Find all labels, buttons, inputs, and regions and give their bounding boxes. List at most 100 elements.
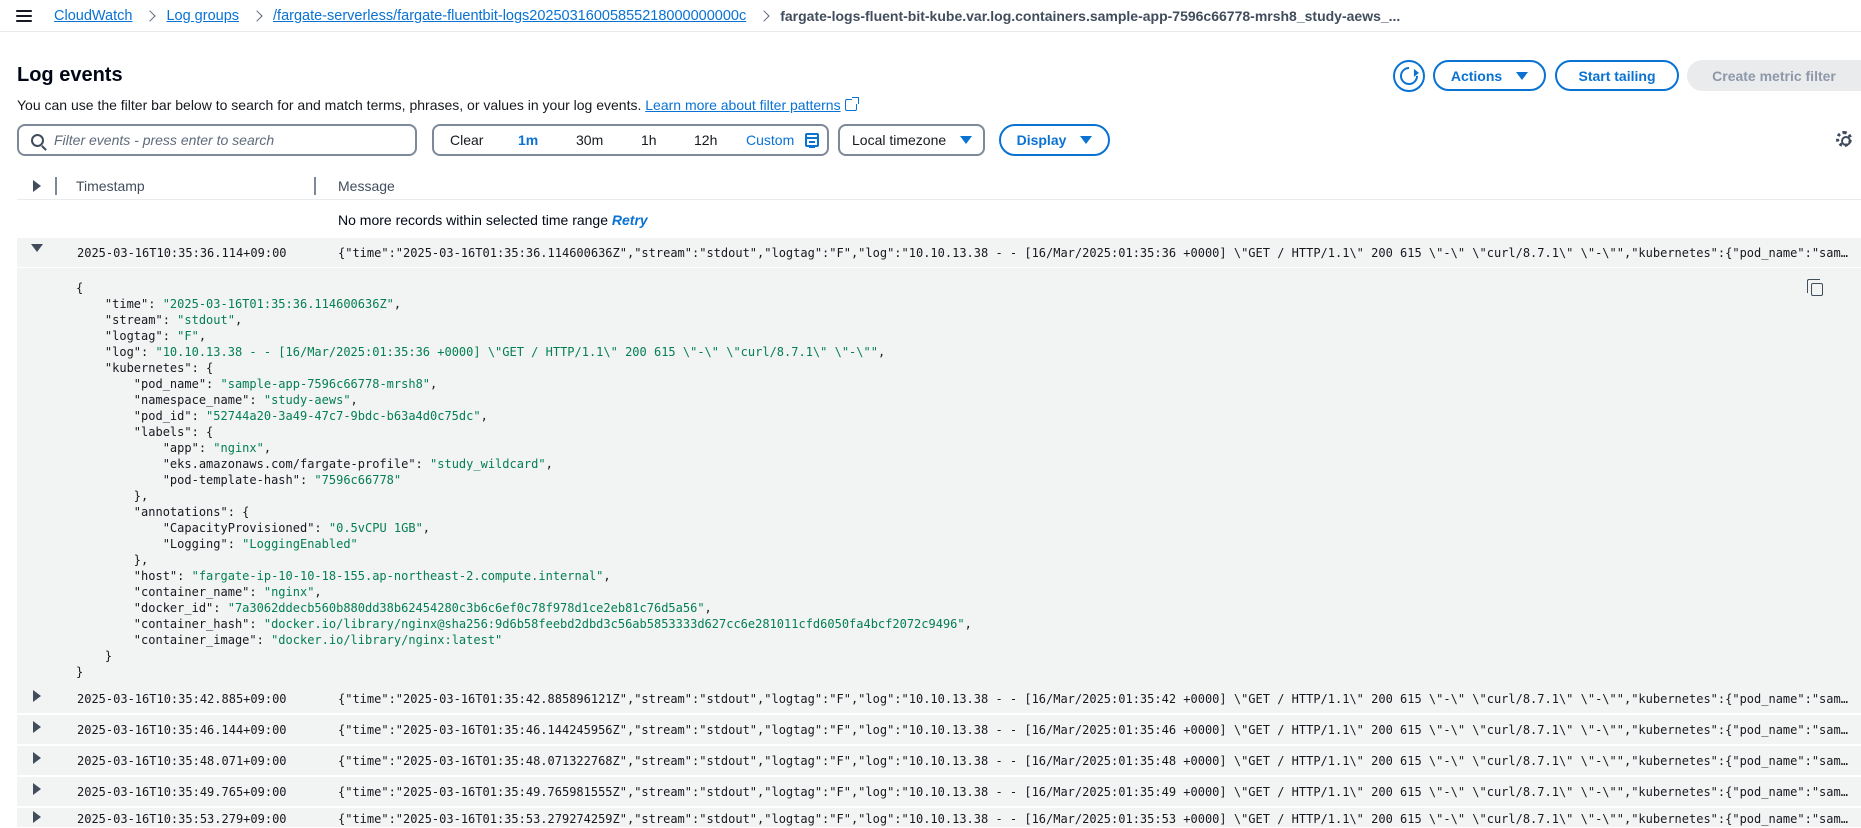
row-timestamp: 2025-03-16T10:35:42.885+09:00 xyxy=(77,692,287,706)
json-line: "labels": { xyxy=(76,425,214,439)
json-line: "pod_id": "52744a20-3a49-47c7-9bdc-b63a4… xyxy=(76,409,488,423)
search-icon xyxy=(31,133,44,147)
json-line: "kubernetes": { xyxy=(76,361,214,375)
expand-all-icon[interactable] xyxy=(33,180,41,192)
row-timestamp: 2025-03-16T10:35:53.279+09:00 xyxy=(77,812,287,826)
learn-more-link[interactable]: Learn more about filter patterns xyxy=(645,97,840,113)
time-range-clear[interactable]: Clear xyxy=(450,132,483,148)
json-line: { xyxy=(76,281,84,295)
collapse-row-icon[interactable] xyxy=(31,244,43,252)
json-line: } xyxy=(76,665,84,679)
chevron-right-icon xyxy=(758,9,770,22)
refresh-icon xyxy=(1396,63,1422,89)
breadcrumb-cloudwatch[interactable]: CloudWatch xyxy=(54,8,132,24)
log-event-row[interactable]: 2025-03-16T10:35:46.144+09:00 {"time":"2… xyxy=(17,715,1861,745)
create-metric-filter-button[interactable]: Create metric filter xyxy=(1687,60,1861,91)
row-timestamp: 2025-03-16T10:35:36.114+09:00 xyxy=(77,246,287,260)
json-line: "time": "2025-03-16T01:35:36.114600636Z"… xyxy=(76,297,402,311)
expand-row-icon[interactable] xyxy=(33,811,41,823)
row-message: {"time":"2025-03-16T01:35:42.885896121Z"… xyxy=(338,692,1853,706)
start-tailing-button[interactable]: Start tailing xyxy=(1555,60,1679,91)
expanded-log-event: { "time": "2025-03-16T01:35:36.114600636… xyxy=(17,268,1861,684)
json-line: "annotations": { xyxy=(76,505,250,519)
json-line: "container_image": "docker.io/library/ng… xyxy=(76,633,503,647)
json-line: "stream": "stdout", xyxy=(76,313,243,327)
json-line: "namespace_name": "study-aews", xyxy=(76,393,358,407)
caret-down-icon xyxy=(1080,136,1093,144)
filter-search-box[interactable] xyxy=(17,124,417,156)
copy-icon[interactable] xyxy=(1807,279,1823,296)
row-timestamp: 2025-03-16T10:35:46.144+09:00 xyxy=(77,723,287,737)
expand-row-icon[interactable] xyxy=(33,783,41,795)
time-range-selector: Clear 1m 30m 1h 12h Custom xyxy=(432,124,829,156)
breadcrumb-log-groups[interactable]: Log groups xyxy=(166,8,239,24)
json-line: "pod-template-hash": "7596c66778" xyxy=(76,473,402,487)
column-header-timestamp[interactable]: Timestamp xyxy=(76,178,145,194)
row-message: {"time":"2025-03-16T01:35:53.279274259Z"… xyxy=(338,812,1853,826)
refresh-button[interactable] xyxy=(1393,60,1425,92)
filter-events-input[interactable] xyxy=(54,132,394,148)
expand-row-icon[interactable] xyxy=(33,721,41,733)
log-event-row[interactable]: 2025-03-16T10:35:53.279+09:00 {"time":"2… xyxy=(17,808,1861,828)
description-text: You can use the filter bar below to sear… xyxy=(17,97,642,113)
time-range-custom[interactable]: Custom xyxy=(746,132,794,148)
log-event-row[interactable]: 2025-03-16T10:35:48.071+09:00 {"time":"2… xyxy=(17,746,1861,776)
column-divider xyxy=(55,177,57,195)
breadcrumb-log-stream: fargate-logs-fluent-bit-kube.var.log.con… xyxy=(780,7,1401,24)
row-message: {"time":"2025-03-16T01:35:48.071322768Z"… xyxy=(338,754,1853,768)
row-message: {"time":"2025-03-16T01:35:49.765981555Z"… xyxy=(338,785,1853,799)
display-button[interactable]: Display xyxy=(999,124,1110,156)
no-more-records-notice: No more records within selected time ran… xyxy=(338,212,648,228)
json-line: "host": "fargate-ip-10-10-18-155.ap-nort… xyxy=(76,569,611,583)
page-title: Log events xyxy=(17,64,123,86)
json-line: "logtag": "F", xyxy=(76,329,207,343)
json-line: } xyxy=(76,649,113,663)
column-resize-handle[interactable] xyxy=(314,177,316,195)
json-line: "log": "10.10.13.38 - - [16/Mar/2025:01:… xyxy=(76,345,886,359)
retry-link[interactable]: Retry xyxy=(612,212,648,228)
actions-button[interactable]: Actions xyxy=(1433,60,1546,91)
breadcrumb-log-group[interactable]: /fargate-serverless/fargate-fluentbit-lo… xyxy=(273,8,746,24)
page-description: You can use the filter bar below to sear… xyxy=(17,97,859,113)
timezone-selected: Local timezone xyxy=(852,132,947,148)
gear-icon[interactable] xyxy=(1836,131,1852,147)
time-range-1m[interactable]: 1m xyxy=(518,132,538,148)
log-event-row[interactable]: 2025-03-16T10:35:36.114+09:00 {"time":"2… xyxy=(17,238,1861,268)
row-timestamp: 2025-03-16T10:35:48.071+09:00 xyxy=(77,754,287,768)
json-line: "eks.amazonaws.com/fargate-profile": "st… xyxy=(76,457,553,471)
column-header-message[interactable]: Message xyxy=(338,178,395,194)
timezone-select[interactable]: Local timezone xyxy=(838,124,985,156)
no-more-records-text: No more records within selected time ran… xyxy=(338,212,609,228)
caret-down-icon xyxy=(1516,71,1529,80)
log-event-row[interactable]: 2025-03-16T10:35:49.765+09:00 {"time":"2… xyxy=(17,777,1861,807)
time-range-12h[interactable]: 12h xyxy=(694,132,717,148)
row-timestamp: 2025-03-16T10:35:49.765+09:00 xyxy=(77,785,287,799)
log-event-row[interactable]: 2025-03-16T10:35:42.885+09:00 {"time":"2… xyxy=(17,684,1861,714)
calendar-icon[interactable] xyxy=(805,133,819,148)
json-line: "container_hash": "docker.io/library/ngi… xyxy=(76,617,972,631)
chevron-right-icon xyxy=(251,9,263,22)
actions-label: Actions xyxy=(1450,67,1503,84)
expanded-json: { "time": "2025-03-16T01:35:36.114600636… xyxy=(76,280,972,680)
json-line: "app": "nginx", xyxy=(76,441,272,455)
json-line: }, xyxy=(76,553,149,567)
json-line: }, xyxy=(76,489,149,503)
json-line: "Logging": "LoggingEnabled" xyxy=(76,537,358,551)
expand-row-icon[interactable] xyxy=(33,690,41,702)
external-link-icon xyxy=(844,97,859,111)
expand-row-icon[interactable] xyxy=(33,752,41,764)
json-line: "docker_id": "7a3062ddecb560b880dd38b624… xyxy=(76,601,712,615)
json-line: "CapacityProvisioned": "0.5vCPU 1GB", xyxy=(76,521,431,535)
json-line: "container_name": "nginx", xyxy=(76,585,322,599)
time-range-1h[interactable]: 1h xyxy=(641,132,657,148)
json-line: "pod_name": "sample-app-7596c66778-mrsh8… xyxy=(76,377,438,391)
row-message: {"time":"2025-03-16T01:35:46.144245956Z"… xyxy=(338,723,1853,737)
caret-down-icon xyxy=(960,136,973,144)
top-navigation-bar: CloudWatch Log groups /fargate-serverles… xyxy=(0,0,1861,32)
row-message: {"time":"2025-03-16T01:35:36.114600636Z"… xyxy=(338,246,1853,260)
menu-icon[interactable] xyxy=(16,9,34,23)
display-label: Display xyxy=(1016,132,1067,148)
table-header: Timestamp Message xyxy=(17,172,1861,200)
time-range-30m[interactable]: 30m xyxy=(576,132,603,148)
chevron-right-icon xyxy=(144,9,157,22)
